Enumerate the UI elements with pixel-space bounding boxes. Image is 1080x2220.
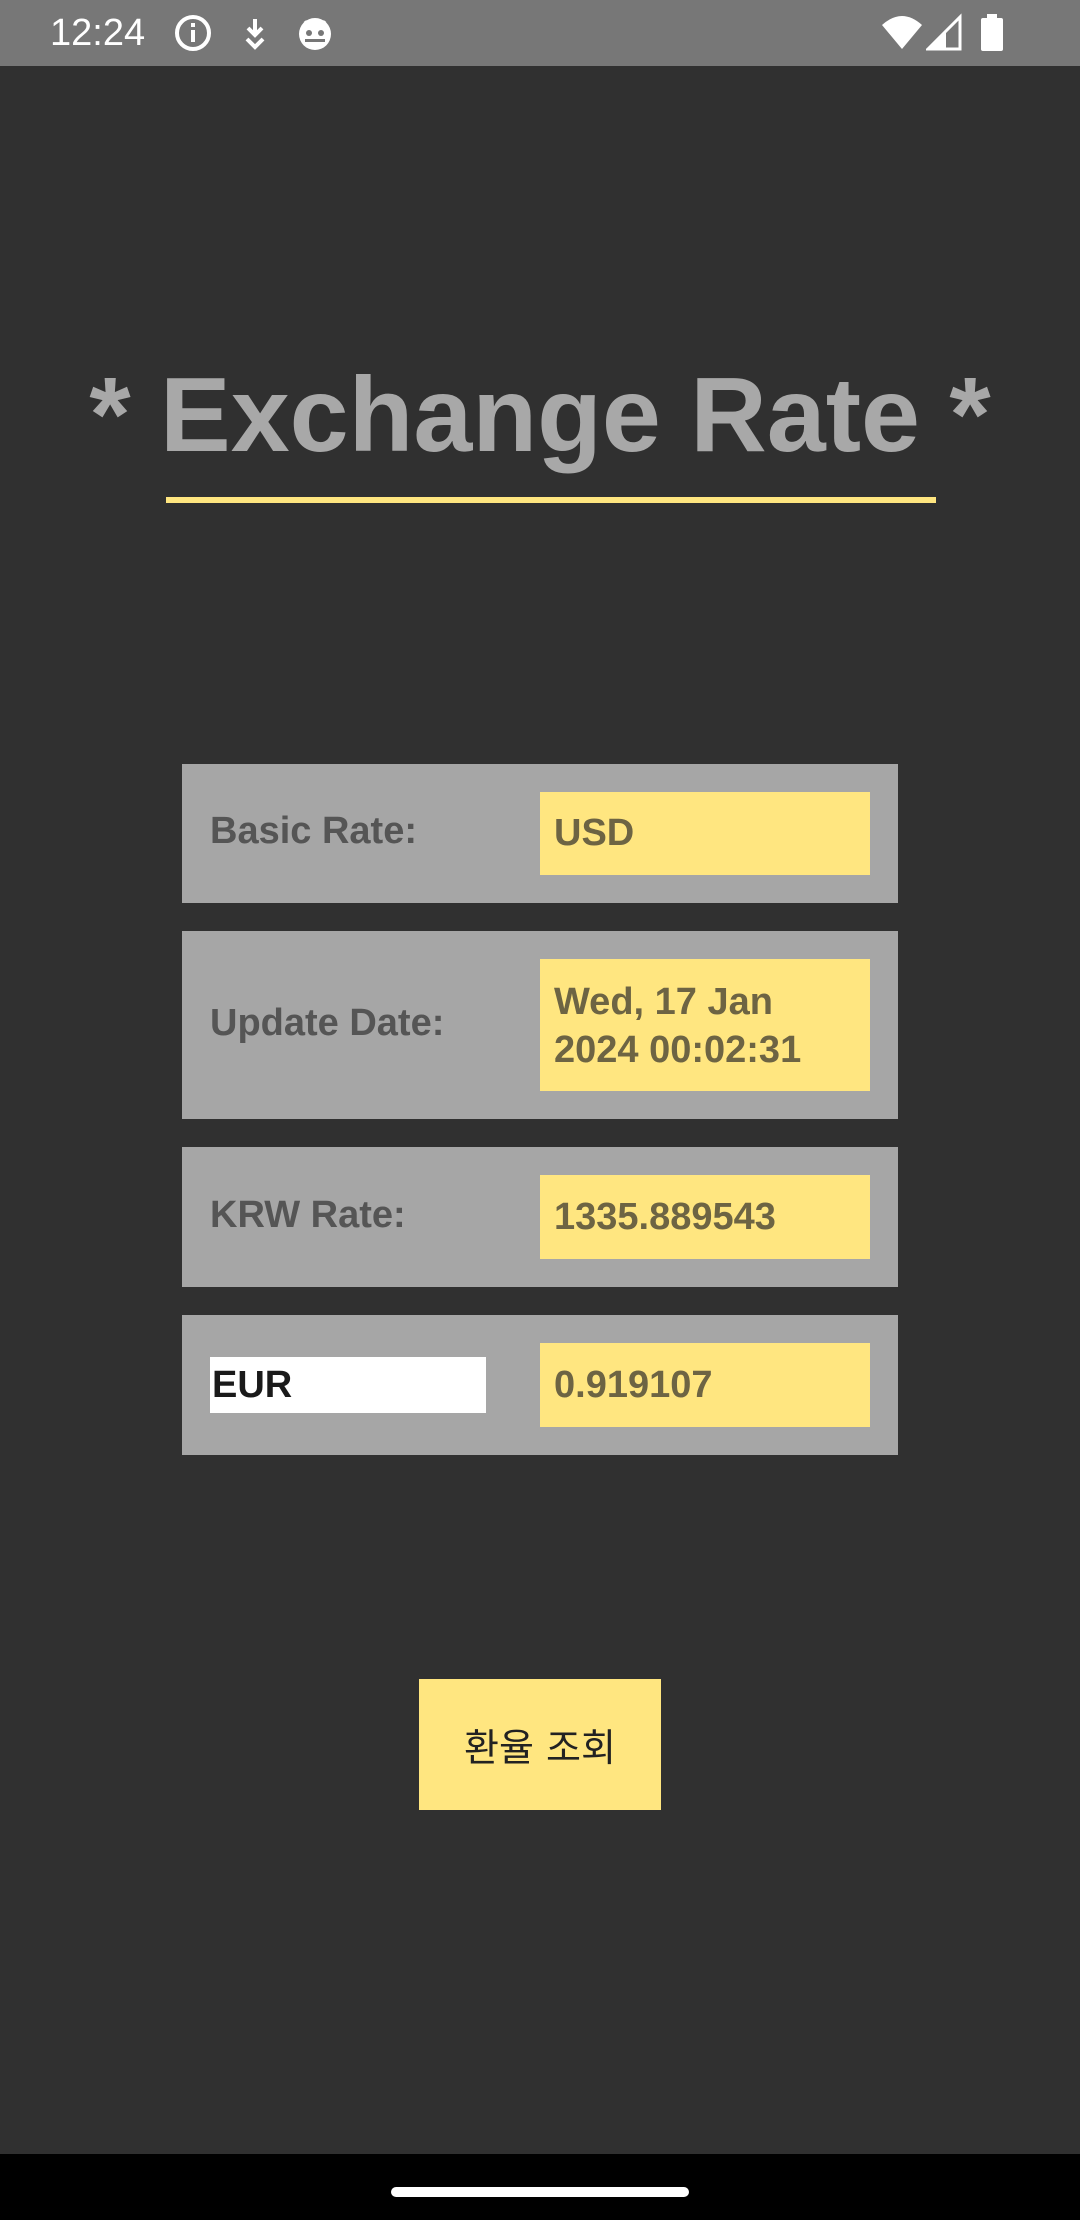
krw-rate-value: 1335.889543 bbox=[540, 1175, 870, 1259]
navigation-bar bbox=[0, 2154, 1080, 2220]
android-icon bbox=[299, 18, 331, 50]
page-title: * Exchange Rate * bbox=[89, 356, 991, 474]
krw-rate-row: KRW Rate: 1335.889543 bbox=[182, 1147, 898, 1287]
update-date-value: Wed, 17 Jan 2024 00:02:31 bbox=[540, 959, 870, 1091]
update-date-line1: Wed, 17 Jan bbox=[554, 981, 773, 1023]
currency-input-row: 0.919107 bbox=[182, 1315, 898, 1455]
krw-rate-label: KRW Rate: bbox=[210, 1194, 406, 1236]
exchange-rate-lookup-button[interactable]: 환율 조회 bbox=[419, 1679, 661, 1810]
status-bar: 12:24 bbox=[0, 0, 1080, 66]
app-screen: 12:24 * Exchange Rate * Basic Rate: USD … bbox=[0, 0, 1080, 2220]
basic-rate-row: Basic Rate: USD bbox=[182, 764, 898, 903]
currency-code-input[interactable] bbox=[210, 1357, 486, 1413]
wifi-icon bbox=[882, 16, 922, 49]
update-date-label: Update Date: bbox=[210, 1002, 445, 1044]
info-icon bbox=[175, 15, 211, 51]
currency-rate-value: 0.919107 bbox=[540, 1343, 870, 1427]
update-date-row: Update Date: Wed, 17 Jan 2024 00:02:31 bbox=[182, 931, 898, 1119]
signal-icon bbox=[926, 13, 962, 51]
update-date-line2: 2024 00:02:31 bbox=[554, 1029, 802, 1071]
basic-rate-label: Basic Rate: bbox=[210, 810, 417, 852]
title-underline bbox=[166, 497, 936, 503]
status-time: 12:24 bbox=[50, 12, 146, 54]
download-icon bbox=[245, 19, 265, 50]
home-indicator[interactable] bbox=[391, 2187, 689, 2197]
basic-rate-value: USD bbox=[540, 792, 870, 875]
battery-icon bbox=[981, 14, 1003, 51]
